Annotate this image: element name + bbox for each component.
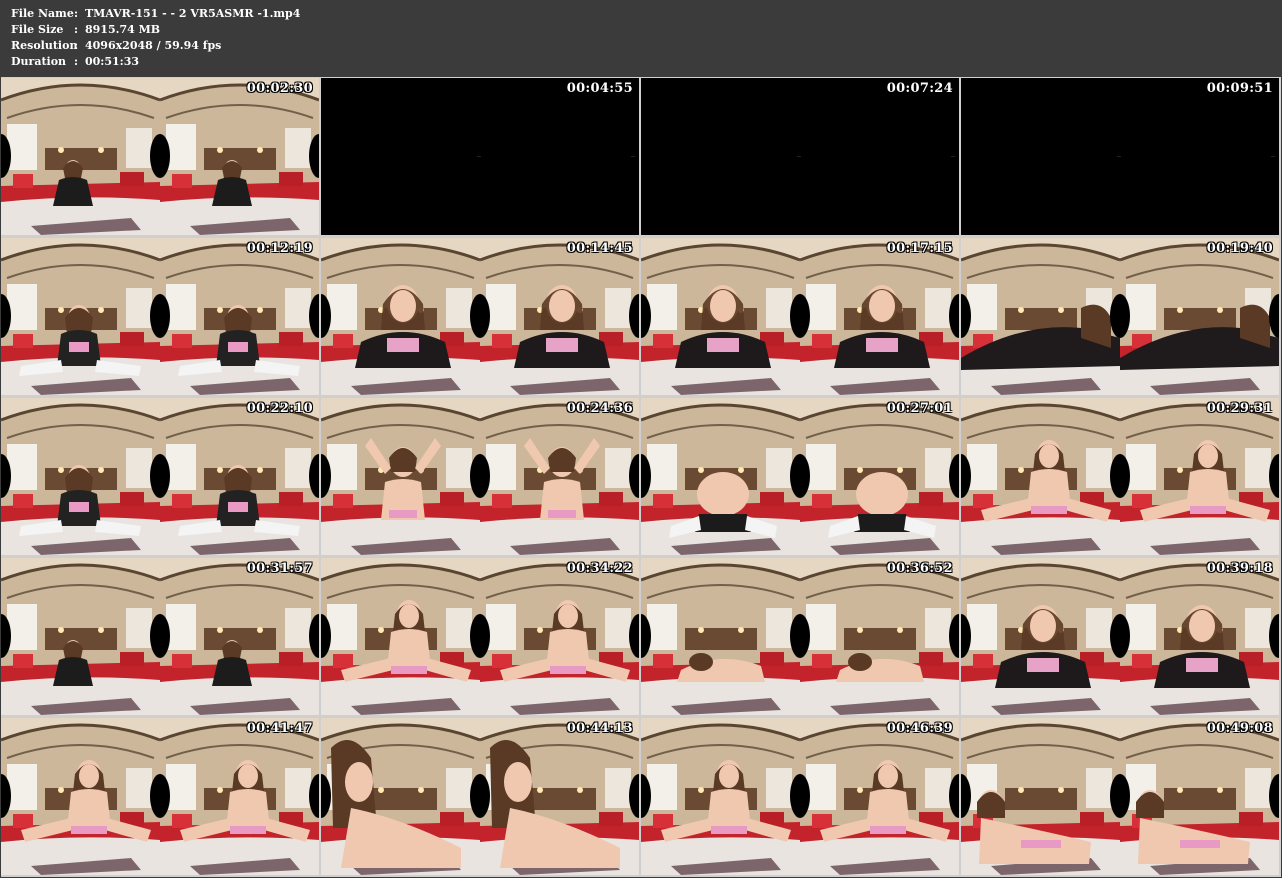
info-value: TMAVR-151 - - 2 VR5ASMR -1.mp4 (85, 7, 301, 20)
thumbnail: 00:27:01 (641, 398, 959, 555)
thumbnail-timestamp: 00:49:08 (1206, 721, 1273, 736)
thumbnail: 00:19:40 (961, 238, 1279, 395)
info-label: Resolution (11, 39, 78, 52)
thumbnail: 00:46:39 (641, 718, 959, 875)
thumbnail: 00:29:31 (961, 398, 1279, 555)
info-row-resolution: Resolution: 4096x2048 / 59.94 fps (11, 38, 221, 54)
thumbnail: 00:36:52 (641, 558, 959, 715)
thumbnail-timestamp: 00:46:39 (886, 721, 953, 736)
thumbnail: 00:12:19 (1, 238, 319, 395)
thumbnail: 00:22:10 (1, 398, 319, 555)
black-frame (641, 78, 959, 235)
video-frame (1, 238, 319, 395)
thumbnail: 00:04:55 (321, 78, 639, 235)
thumbnail: 00:41:47 (1, 718, 319, 875)
video-frame (1, 78, 319, 235)
thumbnail: 00:09:51 (961, 78, 1279, 235)
thumbnail-grid: 00:02:30 00:04:55 00:07:24 00:09:51 00:12:19… (1, 77, 1281, 877)
info-separator: : (74, 39, 79, 52)
thumbnail-timestamp: 00:41:47 (246, 721, 313, 736)
info-row-file-size: File Size:8915.74 MB (11, 22, 160, 38)
thumbnail: 00:34:22 (321, 558, 639, 715)
thumbnail-timestamp: 00:39:18 (1206, 561, 1273, 576)
info-value: 8915.74 MB (85, 23, 161, 36)
info-label: File Name (11, 7, 74, 20)
video-frame (641, 558, 959, 715)
black-frame (961, 78, 1279, 235)
thumbnail-timestamp: 00:22:10 (246, 401, 313, 416)
info-row-file-name: File Name: TMAVR-151 - - 2 VR5ASMR -1.mp4 (11, 6, 300, 22)
black-frame (321, 78, 639, 235)
video-frame (321, 238, 639, 395)
thumbnail-timestamp: 00:02:30 (246, 81, 313, 96)
thumbnail-timestamp: 00:31:57 (246, 561, 313, 576)
thumbnail-timestamp: 00:27:01 (886, 401, 953, 416)
thumbnail: 00:49:08 (961, 718, 1279, 875)
info-row-duration: Duration:00:51:33 (11, 54, 139, 70)
thumbnail: 00:24:36 (321, 398, 639, 555)
thumbnail: 00:39:18 (961, 558, 1279, 715)
thumbnail-timestamp: 00:09:51 (1206, 81, 1273, 96)
thumbnail-timestamp: 00:12:19 (246, 241, 313, 256)
thumbnail: 00:31:57 (1, 558, 319, 715)
video-frame (321, 558, 639, 715)
thumbnail: 00:17:15 (641, 238, 959, 395)
thumbnail-timestamp: 00:36:52 (886, 561, 953, 576)
video-frame (961, 398, 1279, 555)
thumbnail: 00:02:30 (1, 78, 319, 235)
thumbnail-timestamp: 00:14:45 (566, 241, 633, 256)
video-frame (961, 718, 1279, 875)
info-header: File Name: TMAVR-151 - - 2 VR5ASMR -1.mp4… (0, 0, 1282, 77)
thumbnail-timestamp: 00:07:24 (886, 81, 953, 96)
info-separator: : (74, 55, 79, 68)
thumbnail-timestamp: 00:34:22 (566, 561, 633, 576)
thumbnail-timestamp: 00:24:36 (566, 401, 633, 416)
thumbnail: 00:44:13 (321, 718, 639, 875)
info-separator: : (74, 23, 79, 36)
thumbnail-timestamp: 00:19:40 (1206, 241, 1273, 256)
thumbnail: 00:14:45 (321, 238, 639, 395)
info-value: 4096x2048 / 59.94 fps (85, 39, 222, 52)
video-frame (1, 558, 319, 715)
video-frame (1, 398, 319, 555)
video-frame (1, 718, 319, 875)
video-frame (961, 238, 1279, 395)
video-frame (641, 398, 959, 555)
video-frame (641, 238, 959, 395)
info-label: File Size (11, 23, 64, 36)
thumbnail-timestamp: 00:44:13 (566, 721, 633, 736)
thumbnail: 00:07:24 (641, 78, 959, 235)
video-frame (321, 398, 639, 555)
video-frame (961, 558, 1279, 715)
video-frame (321, 718, 639, 875)
info-value: 00:51:33 (85, 55, 140, 68)
info-separator: : (74, 7, 79, 20)
video-frame (641, 718, 959, 875)
thumbnail-timestamp: 00:04:55 (566, 81, 633, 96)
info-label: Duration (11, 55, 67, 68)
thumbnail-timestamp: 00:17:15 (886, 241, 953, 256)
thumbnail-timestamp: 00:29:31 (1206, 401, 1273, 416)
